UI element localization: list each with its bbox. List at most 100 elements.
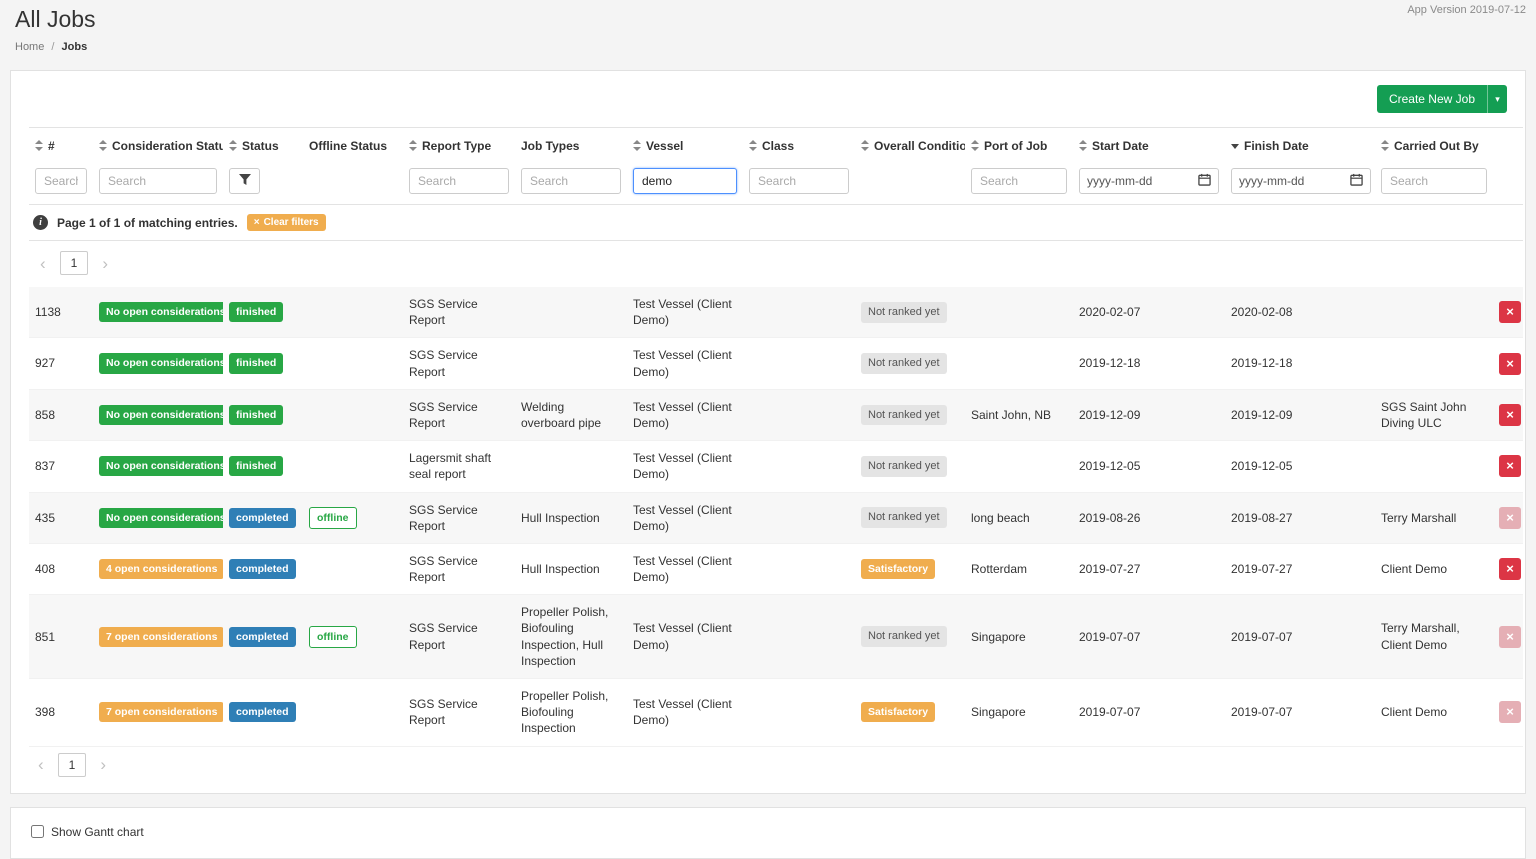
cell-consideration-status: No open considerations: [93, 287, 223, 338]
status-badge: completed: [229, 559, 296, 579]
cell-start-date: 2019-08-26: [1073, 492, 1225, 543]
show-gantt-checkbox[interactable]: [31, 825, 44, 838]
clear-filters-button[interactable]: ×Clear filters: [247, 214, 326, 231]
column-label-consideration-status: Consideration Status: [112, 139, 223, 153]
status-badge: finished: [229, 405, 283, 425]
page-1-button[interactable]: 1: [58, 753, 87, 777]
column-header-status[interactable]: Status: [223, 128, 303, 163]
consideration-status-badge: 7 open considerations: [99, 627, 223, 647]
column-label-id: #: [48, 139, 55, 153]
cell-port-of-job: [965, 287, 1073, 338]
consideration-status-badge: 4 open considerations: [99, 559, 223, 579]
cell-offline-status: [303, 389, 403, 440]
column-header-overall-condition[interactable]: Overall Condition: [855, 128, 965, 163]
cell-id: 408: [29, 543, 93, 594]
breadcrumb: Home / Jobs: [15, 41, 1521, 53]
cell-report-type: SGS Service Report: [403, 679, 515, 747]
column-header-class[interactable]: Class: [743, 128, 855, 163]
cell-vessel: Test Vessel (Client Demo): [627, 595, 743, 679]
filter-class-input[interactable]: [749, 168, 849, 194]
sort-icon: [971, 140, 980, 151]
next-page-button[interactable]: ›: [91, 754, 115, 775]
delete-job-button[interactable]: ×: [1499, 353, 1521, 375]
cell-port-of-job: Singapore: [965, 679, 1073, 747]
filter-port-of-job-input[interactable]: [971, 168, 1067, 194]
cell-start-date: 2019-07-27: [1073, 543, 1225, 594]
filter-finish-date-input[interactable]: yyyy-mm-dd: [1231, 168, 1371, 194]
filter-cell-carried-out-by: [1375, 162, 1493, 205]
delete-job-button[interactable]: ×: [1499, 701, 1521, 723]
consideration-status-badge: No open considerations: [99, 302, 223, 322]
delete-job-button[interactable]: ×: [1499, 404, 1521, 426]
cell-consideration-status: No open considerations: [93, 389, 223, 440]
delete-job-button[interactable]: ×: [1499, 455, 1521, 477]
column-header-start-date[interactable]: Start Date: [1073, 128, 1225, 163]
delete-job-button[interactable]: ×: [1499, 558, 1521, 580]
cell-actions: ×: [1493, 595, 1523, 679]
column-header-id[interactable]: #: [29, 128, 93, 163]
status-filter-button[interactable]: [229, 168, 260, 194]
table-row: 927No open considerationsfinishedSGS Ser…: [29, 338, 1523, 389]
column-header-vessel[interactable]: Vessel: [627, 128, 743, 163]
filter-vessel-input[interactable]: [633, 168, 737, 194]
filter-cell-start-date: yyyy-mm-dd: [1073, 162, 1225, 205]
cell-finish-date: 2019-12-09: [1225, 389, 1375, 440]
next-page-button[interactable]: ›: [93, 253, 117, 274]
info-cell: i Page 1 of 1 of matching entries. ×Clear …: [29, 205, 1523, 241]
delete-job-button[interactable]: ×: [1499, 301, 1521, 323]
cell-consideration-status: 7 open considerations: [93, 679, 223, 747]
cell-start-date: 2019-12-18: [1073, 338, 1225, 389]
calendar-icon: [1198, 173, 1211, 189]
cell-id: 837: [29, 441, 93, 492]
cell-offline-status: [303, 679, 403, 747]
cell-start-date: 2020-02-07: [1073, 287, 1225, 338]
delete-job-button[interactable]: ×: [1499, 626, 1521, 648]
cell-job-types: Propeller Polish, Biofouling Inspection: [515, 679, 627, 747]
cell-vessel: Test Vessel (Client Demo): [627, 287, 743, 338]
filter-cell-finish-date: yyyy-mm-dd: [1225, 162, 1375, 205]
prev-page-button[interactable]: ‹: [31, 253, 55, 274]
cell-class: [743, 389, 855, 440]
overall-condition-badge: Satisfactory: [861, 702, 935, 722]
create-new-job-button[interactable]: Create New Job: [1377, 85, 1487, 113]
column-header-consideration-status[interactable]: Consideration Status: [93, 128, 223, 163]
info-icon: i: [33, 215, 48, 230]
create-new-job-dropdown-toggle[interactable]: ▾: [1487, 85, 1507, 113]
page-1-button[interactable]: 1: [60, 251, 89, 275]
column-header-finish-date[interactable]: Finish Date: [1225, 128, 1375, 163]
filter-cell-class: [743, 162, 855, 205]
jobs-table-body: i Page 1 of 1 of matching entries. ×Clear …: [29, 205, 1523, 747]
prev-page-button[interactable]: ‹: [29, 754, 53, 775]
cell-status: completed: [223, 679, 303, 747]
filter-consideration-status-input[interactable]: [99, 168, 217, 194]
breadcrumb-home-link[interactable]: Home: [15, 41, 44, 53]
cell-vessel: Test Vessel (Client Demo): [627, 389, 743, 440]
cell-offline-status: [303, 287, 403, 338]
filter-job-types-input[interactable]: [521, 168, 621, 194]
sort-icon: [633, 140, 642, 151]
matching-entries-text: Page 1 of 1 of matching entries.: [57, 216, 238, 230]
cell-carried-out-by: Client Demo: [1375, 679, 1493, 747]
cell-report-type: Lagersmit shaft seal report: [403, 441, 515, 492]
cell-offline-status: [303, 543, 403, 594]
delete-job-button[interactable]: ×: [1499, 507, 1521, 529]
sort-icon: [749, 140, 758, 151]
filter-cell-id: [29, 162, 93, 205]
column-header-report-type[interactable]: Report Type: [403, 128, 515, 163]
cell-report-type: SGS Service Report: [403, 595, 515, 679]
cell-consideration-status: 4 open considerations: [93, 543, 223, 594]
filter-carried-out-by-input[interactable]: [1381, 168, 1487, 194]
filter-report-type-input[interactable]: [409, 168, 509, 194]
cell-status: finished: [223, 441, 303, 492]
cell-id: 927: [29, 338, 93, 389]
filter-start-date-input[interactable]: yyyy-mm-dd: [1079, 168, 1219, 194]
column-header-port-of-job[interactable]: Port of Job: [965, 128, 1073, 163]
filter-id-input[interactable]: [35, 168, 87, 194]
jobs-table: #Consideration StatusStatusOffline Statu…: [29, 127, 1523, 747]
column-header-carried-out-by[interactable]: Carried Out By: [1375, 128, 1493, 163]
cell-class: [743, 441, 855, 492]
cell-class: [743, 338, 855, 389]
cell-carried-out-by: SGS Saint John Diving ULC: [1375, 389, 1493, 440]
column-label-status: Status: [242, 139, 279, 153]
cell-status: finished: [223, 338, 303, 389]
